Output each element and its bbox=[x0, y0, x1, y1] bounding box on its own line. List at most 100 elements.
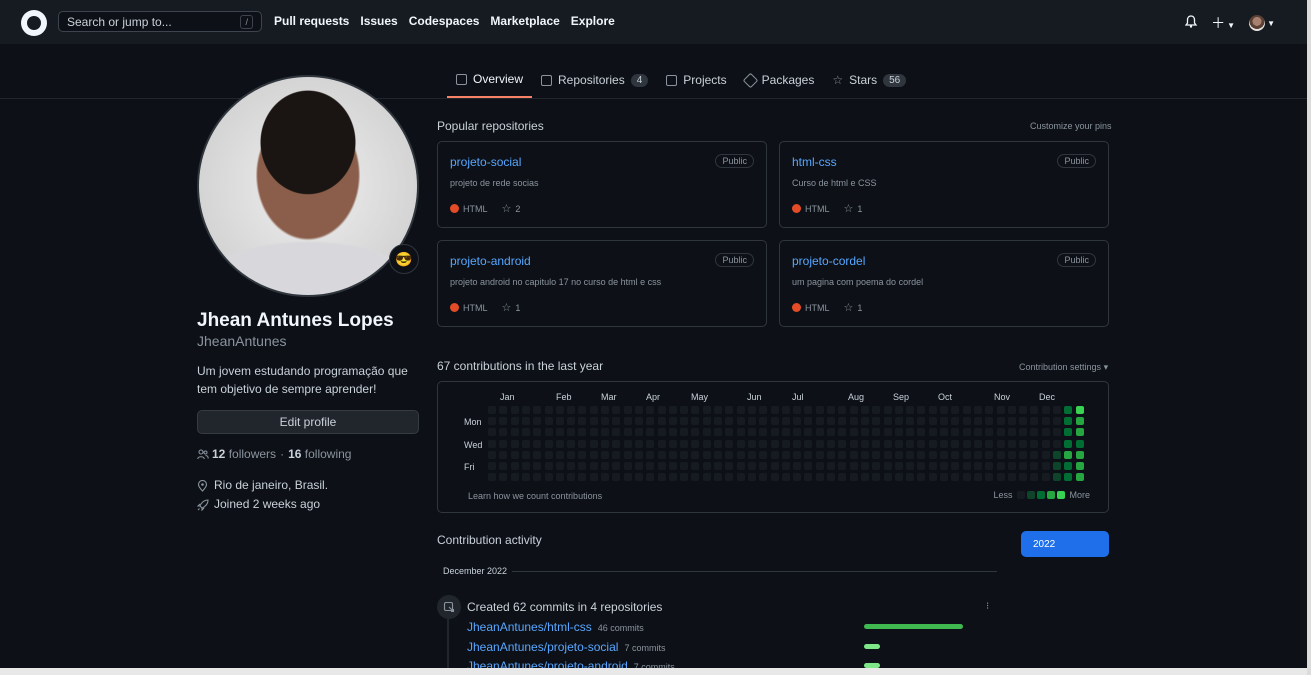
contribution-cell[interactable] bbox=[940, 417, 948, 426]
contribution-cell[interactable] bbox=[838, 439, 847, 448]
contribution-cell[interactable] bbox=[533, 417, 542, 426]
contribution-cell[interactable] bbox=[555, 428, 564, 437]
contribution-cell[interactable] bbox=[928, 428, 937, 437]
contribution-cell[interactable] bbox=[1041, 450, 1050, 459]
contribution-cell[interactable] bbox=[702, 428, 711, 437]
contribution-cell[interactable] bbox=[996, 462, 1005, 470]
contribution-cell[interactable] bbox=[601, 462, 609, 470]
star-icon[interactable]: ☆ bbox=[502, 202, 512, 215]
contribution-cell[interactable] bbox=[601, 428, 609, 437]
contribution-cell[interactable] bbox=[567, 428, 576, 437]
contribution-cell[interactable] bbox=[736, 473, 745, 482]
contribution-cell[interactable] bbox=[702, 462, 711, 470]
contribution-cell[interactable] bbox=[578, 473, 587, 482]
contribution-settings-dropdown[interactable]: Contribution settings ▾ bbox=[1019, 362, 1108, 373]
contribution-cell[interactable] bbox=[838, 428, 847, 437]
contribution-cell[interactable] bbox=[793, 439, 802, 448]
contribution-cell[interactable] bbox=[917, 428, 926, 437]
repo-stars[interactable]: 1 bbox=[857, 204, 862, 214]
contribution-cell[interactable] bbox=[872, 462, 881, 470]
contribution-cell[interactable] bbox=[567, 417, 576, 426]
star-icon[interactable]: ☆ bbox=[844, 202, 854, 215]
contribution-cell[interactable] bbox=[804, 439, 813, 448]
contribution-cell[interactable] bbox=[849, 428, 858, 437]
contribution-cell[interactable] bbox=[815, 406, 824, 414]
contribution-cell[interactable] bbox=[634, 462, 643, 470]
contribution-cell[interactable] bbox=[928, 473, 937, 482]
contribution-cell[interactable] bbox=[555, 417, 564, 426]
contribution-cell[interactable] bbox=[555, 439, 564, 448]
contribution-cell[interactable] bbox=[928, 450, 937, 459]
contribution-cell[interactable] bbox=[533, 406, 542, 414]
contribution-cell[interactable] bbox=[759, 417, 768, 426]
contribution-cell[interactable] bbox=[872, 417, 881, 426]
contribution-cell[interactable] bbox=[1007, 439, 1016, 448]
contribution-cell[interactable] bbox=[917, 450, 926, 459]
contribution-cell[interactable] bbox=[612, 428, 621, 437]
contribution-cell[interactable] bbox=[940, 439, 948, 448]
contribution-cell[interactable] bbox=[533, 439, 542, 448]
contribution-cell[interactable] bbox=[747, 428, 756, 437]
contribution-cell[interactable] bbox=[680, 439, 689, 448]
contribution-cell[interactable] bbox=[1075, 428, 1084, 437]
nav-issues[interactable]: Issues bbox=[360, 14, 397, 28]
nav-explore[interactable]: Explore bbox=[571, 14, 615, 28]
contribution-cell[interactable] bbox=[555, 450, 564, 459]
contribution-cell[interactable] bbox=[589, 417, 598, 426]
contribution-cell[interactable] bbox=[714, 473, 722, 482]
contribution-cell[interactable] bbox=[725, 406, 734, 414]
contribution-cell[interactable] bbox=[1007, 450, 1016, 459]
contribution-cell[interactable] bbox=[725, 417, 734, 426]
contribution-cell[interactable] bbox=[770, 462, 779, 470]
contribution-cell[interactable] bbox=[849, 450, 858, 459]
contribution-cell[interactable] bbox=[646, 439, 655, 448]
contribution-cell[interactable] bbox=[951, 462, 960, 470]
contribution-cell[interactable] bbox=[725, 428, 734, 437]
contribution-cell[interactable] bbox=[533, 428, 542, 437]
contribution-cell[interactable] bbox=[928, 417, 937, 426]
contribution-cell[interactable] bbox=[567, 450, 576, 459]
contribution-cell[interactable] bbox=[578, 450, 587, 459]
contribution-cell[interactable] bbox=[849, 417, 858, 426]
contribution-cell[interactable] bbox=[499, 428, 508, 437]
contribution-cell[interactable] bbox=[1053, 406, 1061, 414]
contribution-cell[interactable] bbox=[759, 462, 768, 470]
contribution-cell[interactable] bbox=[736, 450, 745, 459]
contribution-cell[interactable] bbox=[770, 439, 779, 448]
contribution-cell[interactable] bbox=[657, 428, 666, 437]
contribution-cell[interactable] bbox=[1075, 462, 1084, 470]
user-menu[interactable]: ▼ bbox=[1249, 15, 1275, 31]
contribution-cell[interactable] bbox=[917, 462, 926, 470]
contribution-cell[interactable] bbox=[668, 462, 677, 470]
contribution-cell[interactable] bbox=[985, 439, 994, 448]
contribution-cell[interactable] bbox=[488, 439, 496, 448]
contribution-cell[interactable] bbox=[714, 428, 722, 437]
contribution-cell[interactable] bbox=[1030, 439, 1039, 448]
contribution-cell[interactable] bbox=[940, 473, 948, 482]
contribution-cell[interactable] bbox=[623, 406, 632, 414]
contribution-cell[interactable] bbox=[1064, 473, 1073, 482]
contribution-cell[interactable] bbox=[510, 473, 519, 482]
contribution-cell[interactable] bbox=[702, 417, 711, 426]
scrollbar[interactable] bbox=[1307, 0, 1311, 675]
contribution-cell[interactable] bbox=[894, 473, 903, 482]
contribution-cell[interactable] bbox=[1064, 462, 1073, 470]
contribution-cell[interactable] bbox=[747, 439, 756, 448]
contribution-cell[interactable] bbox=[973, 406, 982, 414]
contribution-cell[interactable] bbox=[804, 450, 813, 459]
contribution-cell[interactable] bbox=[906, 439, 915, 448]
contribution-cell[interactable] bbox=[623, 450, 632, 459]
contribution-cell[interactable] bbox=[680, 462, 689, 470]
contribution-cell[interactable] bbox=[680, 417, 689, 426]
contribution-cell[interactable] bbox=[544, 406, 553, 414]
contribution-cell[interactable] bbox=[578, 428, 587, 437]
contribution-cell[interactable] bbox=[962, 450, 971, 459]
contribution-cell[interactable] bbox=[612, 417, 621, 426]
contribution-cell[interactable] bbox=[680, 428, 689, 437]
contribution-cell[interactable] bbox=[1019, 462, 1028, 470]
contribution-cell[interactable] bbox=[544, 439, 553, 448]
contribution-cell[interactable] bbox=[747, 462, 756, 470]
repo-link[interactable]: projeto-social bbox=[450, 155, 521, 169]
contribution-cell[interactable] bbox=[781, 406, 790, 414]
contribution-cell[interactable] bbox=[1019, 439, 1028, 448]
